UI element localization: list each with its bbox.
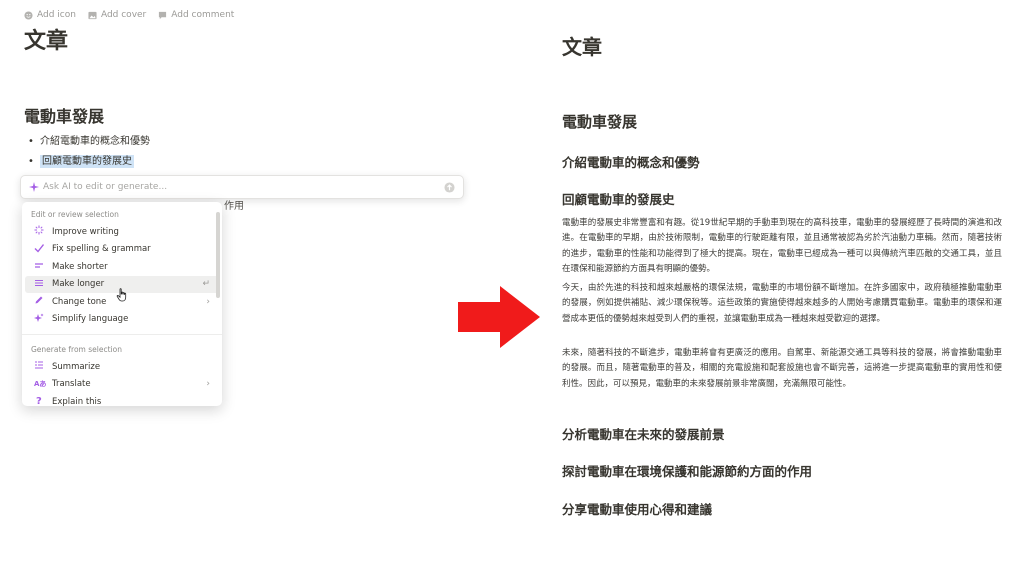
menu-item-explain-this[interactable]: ? Explain this bbox=[25, 393, 219, 406]
section-experience: 分享電動車使用心得和建議 bbox=[562, 502, 713, 517]
smiley-icon bbox=[24, 10, 33, 20]
document-title: 文章 bbox=[562, 35, 602, 59]
ai-prompt-bar bbox=[20, 175, 464, 199]
question-icon: ? bbox=[34, 395, 46, 406]
add-comment-action[interactable]: Add comment bbox=[158, 10, 234, 20]
sparkle-icon bbox=[34, 225, 46, 238]
bullet-text: 介紹電動車的概念和優勢 bbox=[40, 136, 150, 147]
menu-section-edit: Edit or review selection bbox=[31, 210, 119, 219]
menu-item-improve-writing[interactable]: Improve writing bbox=[25, 223, 219, 241]
paragraph-today: 今天，由於先進的科技和越來越嚴格的環保法規，電動車的市場份額不斷增加。在許多國家… bbox=[562, 283, 1002, 324]
section-future-prospects: 分析電動車在未來的發展前景 bbox=[562, 427, 725, 442]
pen-icon bbox=[34, 295, 46, 308]
image-icon bbox=[88, 11, 97, 20]
right-arrow-icon bbox=[458, 286, 540, 352]
svg-text:?: ? bbox=[36, 396, 42, 405]
editor-bullet-list: 介紹電動車的概念和優勢 回顧電動車的發展史 bbox=[26, 132, 150, 172]
document-heading: 電動車發展 bbox=[562, 113, 638, 131]
add-icon-label: Add icon bbox=[37, 10, 76, 20]
sparkle-icon bbox=[34, 313, 46, 326]
bullet-item-selected[interactable]: 回顧電動車的發展史 bbox=[26, 152, 150, 172]
translate-icon: Aあ bbox=[34, 378, 46, 391]
hand-cursor-icon bbox=[116, 287, 128, 306]
ai-sparkle-icon bbox=[29, 182, 39, 192]
section-concept: 介紹電動車的概念和優勢 bbox=[562, 155, 700, 170]
menu-divider bbox=[22, 334, 222, 335]
submit-arrow-icon[interactable] bbox=[444, 181, 455, 193]
short-lines-icon bbox=[34, 260, 46, 273]
menu-item-label: Summarize bbox=[52, 361, 101, 372]
chevron-right-icon: › bbox=[206, 379, 210, 390]
menu-item-translate[interactable]: Aあ Translate › bbox=[25, 376, 219, 394]
menu-scrollbar[interactable] bbox=[216, 212, 220, 298]
menu-item-label: Simplify language bbox=[52, 314, 129, 325]
add-cover-action[interactable]: Add cover bbox=[88, 10, 146, 20]
menu-item-label: Improve writing bbox=[52, 226, 119, 237]
ai-prompt-input[interactable] bbox=[39, 177, 444, 197]
add-cover-label: Add cover bbox=[100, 10, 147, 20]
chevron-right-icon: › bbox=[206, 296, 210, 307]
menu-item-label: Translate bbox=[52, 379, 91, 390]
selected-text: 回顧電動車的發展史 bbox=[40, 155, 134, 168]
partially-hidden-text: 作用 bbox=[224, 201, 244, 212]
paragraph-history: 電動車的發展史非常豐富和有趣。從19世紀早期的手動車到現在的高科技車，電動車的發… bbox=[562, 218, 1002, 274]
comment-icon bbox=[158, 11, 167, 20]
editor-heading[interactable]: 電動車發展 bbox=[24, 106, 104, 128]
paragraph-future: 未來，隨著科技的不斷進步，電動車將會有更廣泛的應用。自駕車、新能源交通工具等科技… bbox=[562, 348, 1002, 389]
menu-item-make-shorter[interactable]: Make shorter bbox=[25, 258, 219, 276]
long-lines-icon bbox=[34, 278, 46, 291]
menu-item-simplify-language[interactable]: Simplify language bbox=[25, 311, 219, 329]
add-icon-action[interactable]: Add icon bbox=[24, 10, 76, 20]
menu-item-fix-spelling[interactable]: Fix spelling & grammar bbox=[25, 241, 219, 259]
enter-key-icon: ↵ bbox=[202, 279, 210, 290]
summary-icon bbox=[34, 360, 46, 373]
menu-item-label: Change tone bbox=[52, 296, 107, 307]
menu-item-label: Explain this bbox=[52, 396, 102, 406]
section-environment: 探討電動車在環境保護和能源節約方面的作用 bbox=[562, 464, 813, 479]
check-icon bbox=[34, 243, 46, 256]
section-history: 回顧電動車的發展史 bbox=[562, 192, 675, 207]
menu-item-label: Make shorter bbox=[52, 261, 108, 272]
add-comment-label: Add comment bbox=[171, 10, 235, 20]
page-top-actions: Add icon Add cover Add comment bbox=[24, 10, 234, 20]
bullet-item[interactable]: 介紹電動車的概念和優勢 bbox=[26, 132, 150, 152]
page-title[interactable]: 文章 bbox=[24, 28, 68, 56]
menu-item-summarize[interactable]: Summarize bbox=[25, 358, 219, 376]
menu-item-label: Fix spelling & grammar bbox=[52, 244, 151, 255]
menu-section-generate: Generate from selection bbox=[31, 345, 122, 354]
svg-text:Aあ: Aあ bbox=[34, 379, 46, 388]
